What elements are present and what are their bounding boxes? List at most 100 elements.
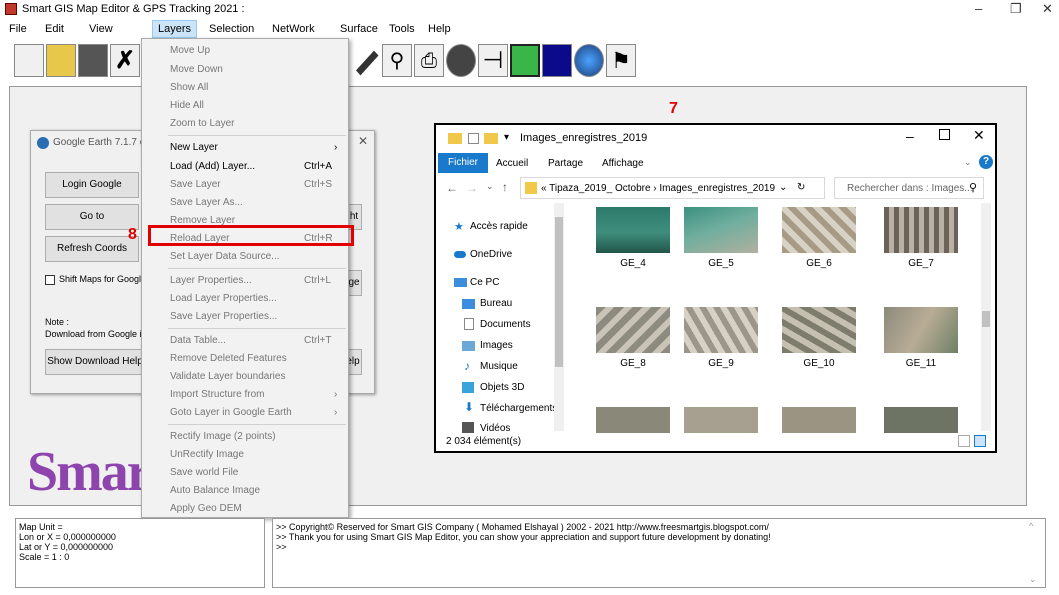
properties-icon[interactable] <box>468 133 479 144</box>
nav-scrollbar[interactable] <box>554 203 564 431</box>
file-ge4[interactable]: GE_4 <box>596 258 670 269</box>
tab-fichier[interactable]: Fichier <box>438 153 488 173</box>
menu-tools[interactable]: Tools <box>389 23 415 35</box>
file-scroll-thumb[interactable] <box>982 311 990 327</box>
shift-maps-checkbox[interactable] <box>45 275 55 285</box>
nav-quick-access[interactable]: Accès rapide <box>470 221 528 232</box>
menu-view[interactable]: View <box>89 23 113 35</box>
flag-icon[interactable]: ⚑ <box>606 44 636 77</box>
refresh-icon[interactable]: ↻ <box>797 182 805 193</box>
details-view-icon[interactable] <box>958 435 970 447</box>
login-google-button[interactable]: Login Google <box>45 172 139 198</box>
ge-close-icon[interactable]: ✕ <box>358 134 368 148</box>
print-icon[interactable]: ⎙ <box>414 44 444 77</box>
menu-help[interactable]: Help <box>428 23 451 35</box>
forward-icon[interactable]: → <box>466 181 478 195</box>
menu-edit[interactable]: Edit <box>45 23 64 35</box>
calculator-icon[interactable] <box>510 44 540 77</box>
back-icon[interactable]: ← <box>446 181 458 195</box>
file-ge5[interactable]: GE_5 <box>684 258 758 269</box>
tab-accueil[interactable]: Accueil <box>496 158 528 169</box>
ribbon-expand-icon[interactable]: ⌄ <box>964 157 972 168</box>
nav-telechargements[interactable]: Téléchargements <box>480 403 557 414</box>
thumb-ge10[interactable] <box>782 307 856 353</box>
log-scroll-down-icon[interactable]: ⌄ <box>1029 574 1037 585</box>
menu-file[interactable]: File <box>9 23 27 35</box>
file-ge9[interactable]: GE_9 <box>684 358 758 369</box>
goto-button[interactable]: Go to <box>45 204 139 230</box>
ex-maximize-icon[interactable] <box>939 129 950 140</box>
submenu-arrow-icon: › <box>334 407 338 418</box>
address-dropdown-icon[interactable]: ⌄ <box>779 182 787 193</box>
search-box[interactable]: Rechercher dans : Images... ⚲ <box>834 177 984 199</box>
recent-icon[interactable]: ⌄ <box>486 181 494 192</box>
file-scrollbar[interactable] <box>981 203 991 431</box>
ex-close-icon[interactable]: ✕ <box>973 127 985 144</box>
fill-icon[interactable] <box>446 44 476 77</box>
globe-icon[interactable] <box>574 44 604 77</box>
nav-documents[interactable]: Documents <box>480 319 531 330</box>
file-ge11[interactable]: GE_11 <box>884 358 958 369</box>
file-ge7[interactable]: GE_7 <box>884 258 958 269</box>
file-ge10[interactable]: GE_10 <box>782 358 856 369</box>
thumb-row3-1[interactable] <box>596 407 670 433</box>
tab-partage[interactable]: Partage <box>548 158 583 169</box>
log-line: >> Thank you for using Smart GIS Map Edi… <box>276 532 771 542</box>
nav-objets-3d[interactable]: Objets 3D <box>480 382 524 393</box>
menu-goto-google-earth: Goto Layer in Google Earth <box>170 407 292 418</box>
close-icon[interactable]: ✕ <box>1042 1 1053 17</box>
thumb-row3-3[interactable] <box>782 407 856 433</box>
thumb-ge7[interactable] <box>884 207 958 253</box>
help-icon[interactable]: ? <box>979 155 993 169</box>
thumb-ge4[interactable] <box>596 207 670 253</box>
save-icon[interactable] <box>78 44 108 77</box>
menu-auto-balance: Auto Balance Image <box>170 485 261 496</box>
tab-affichage[interactable]: Affichage <box>602 158 644 169</box>
menu-save-properties: Save Layer Properties... <box>170 311 278 322</box>
nav-images[interactable]: Images <box>480 340 513 351</box>
up-icon[interactable]: ↑ <box>502 180 508 194</box>
nav-bureau[interactable]: Bureau <box>480 298 512 309</box>
large-icons-view-icon[interactable] <box>974 435 986 447</box>
file-ge6[interactable]: GE_6 <box>782 258 856 269</box>
submenu-arrow-icon: › <box>334 142 338 153</box>
restore-icon[interactable]: ❐ <box>1010 1 1022 17</box>
thumb-row3-4[interactable] <box>884 407 958 433</box>
minimize-icon[interactable]: – <box>975 1 982 16</box>
menu-selection[interactable]: Selection <box>209 23 254 35</box>
nav-this-pc[interactable]: Ce PC <box>470 277 499 288</box>
nav-onedrive[interactable]: OneDrive <box>470 249 512 260</box>
thumb-ge8[interactable] <box>596 307 670 353</box>
binoculars-icon[interactable]: ⚲ <box>382 44 412 77</box>
thumb-ge9[interactable] <box>684 307 758 353</box>
thumb-ge6[interactable] <box>782 207 856 253</box>
new-folder-icon[interactable] <box>484 133 498 144</box>
address-bar[interactable]: « Tipaza_2019_ Octobre › Images_enregist… <box>520 177 825 199</box>
pen-icon[interactable] <box>356 50 379 76</box>
thumb-ge5[interactable] <box>684 207 758 253</box>
cut-icon[interactable]: ✗ <box>110 44 140 77</box>
log-scroll-up-icon[interactable]: ^ <box>1029 521 1033 531</box>
qat-dropdown-icon[interactable]: ▾ <box>504 132 509 143</box>
line-tool-icon[interactable]: ⊣ <box>478 44 508 77</box>
log-panel[interactable]: >> Copyright© Reserved for Smart GIS Com… <box>272 518 1046 588</box>
thumb-ge11[interactable] <box>884 307 958 353</box>
lat-text: Lat or Y = 0,000000000 <box>19 542 114 552</box>
menu-layers[interactable]: Layers <box>152 20 198 38</box>
star-map-icon[interactable] <box>542 44 572 77</box>
menu-surface[interactable]: Surface <box>340 23 378 35</box>
menu-load-layer[interactable]: Load (Add) Layer... <box>170 161 255 172</box>
menu-network[interactable]: NetWork <box>272 23 315 35</box>
new-file-icon[interactable] <box>14 44 44 77</box>
file-ge8[interactable]: GE_8 <box>596 358 670 369</box>
menu-new-layer[interactable]: New Layer <box>170 142 218 153</box>
videos-icon <box>462 422 474 433</box>
thumb-row3-2[interactable] <box>684 407 758 433</box>
nav-scroll-thumb[interactable] <box>555 217 563 367</box>
nav-musique[interactable]: Musique <box>480 361 518 372</box>
refresh-coords-button[interactable]: Refresh Coords <box>45 236 139 262</box>
ex-minimize-icon[interactable]: – <box>906 128 914 144</box>
nav-videos[interactable]: Vidéos <box>480 423 510 434</box>
open-folder-icon[interactable] <box>46 44 76 77</box>
show-download-help-button[interactable]: Show Download Help <box>45 349 145 375</box>
